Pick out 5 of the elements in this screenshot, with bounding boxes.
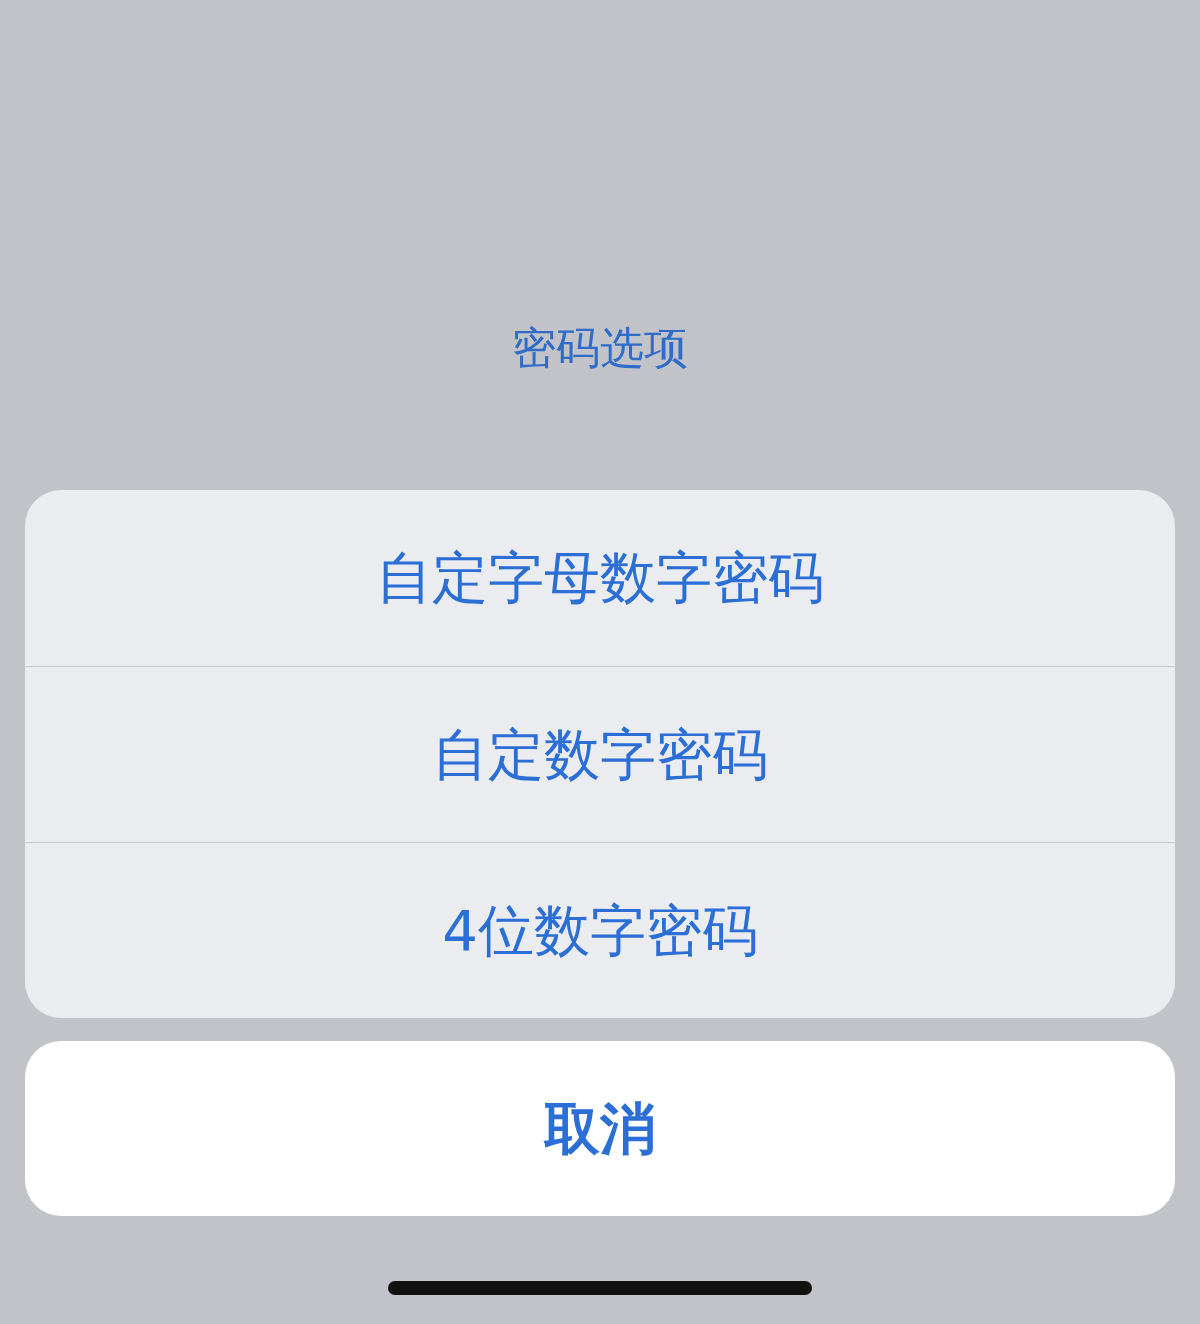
cancel-button[interactable]: 取消 <box>25 1041 1175 1216</box>
option-button[interactable]: 自定字母数字密码 <box>25 490 1175 666</box>
sheet-title: 密码选项 <box>512 321 688 375</box>
option-button[interactable]: 4位数字密码 <box>25 842 1175 1018</box>
option-button[interactable]: 自定数字密码 <box>25 666 1175 842</box>
